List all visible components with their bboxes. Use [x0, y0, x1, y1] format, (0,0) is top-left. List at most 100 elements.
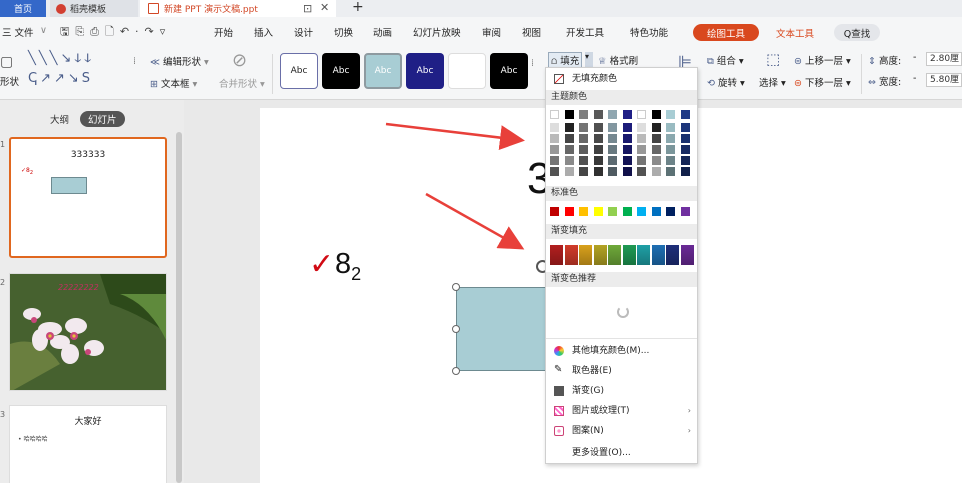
format-painter-button[interactable]: ♕ 格式刷	[598, 53, 638, 67]
theme-color-swatch[interactable]	[666, 156, 675, 165]
window-icon[interactable]: ⊡	[303, 2, 312, 15]
theme-color-swatch[interactable]	[564, 123, 574, 132]
theme-color-swatch[interactable]	[637, 167, 646, 176]
menu-slideshow[interactable]: 幻灯片放映	[413, 25, 461, 39]
theme-color-swatch[interactable]	[622, 134, 632, 143]
standard-color-swatch[interactable]	[550, 207, 559, 216]
theme-color-swatch[interactable]	[666, 110, 675, 119]
theme-color-swatch[interactable]	[550, 145, 559, 154]
picture-texture-option[interactable]: 图片或纹理(T) ›	[546, 402, 697, 420]
theme-color-swatch[interactable]	[564, 145, 574, 154]
theme-color-swatch[interactable]	[579, 134, 588, 143]
fill-button[interactable]: ⩍ 填充	[548, 52, 583, 68]
gradient-color-swatch[interactable]	[564, 245, 578, 265]
gradient-color-swatch[interactable]	[651, 245, 665, 265]
tab-document[interactable]: 新建 PPT 演示文稿.ppt ⊡ ✕	[140, 0, 336, 17]
gradient-color-swatch[interactable]	[593, 245, 607, 265]
theme-color-swatch[interactable]	[550, 110, 559, 119]
theme-color-swatch[interactable]	[637, 145, 646, 154]
slide-thumbnail-2[interactable]: 22222222	[9, 273, 167, 391]
theme-color-swatch[interactable]	[651, 134, 661, 143]
eyedropper-option[interactable]: ✎ 取色器(E)	[546, 362, 697, 380]
theme-color-swatch[interactable]	[579, 156, 588, 165]
theme-color-swatch[interactable]	[680, 134, 690, 143]
standard-color-swatch[interactable]	[579, 207, 588, 216]
style-gallery-scroll[interactable]: ⁞	[531, 58, 534, 69]
theme-color-swatch[interactable]	[666, 167, 675, 176]
theme-color-swatch[interactable]	[637, 156, 646, 165]
no-fill-option[interactable]: 无填充颜色	[546, 70, 697, 88]
gradient-color-swatch[interactable]	[637, 245, 650, 265]
tab-template[interactable]: 稻壳模板	[50, 0, 138, 17]
theme-color-swatch[interactable]	[593, 167, 603, 176]
theme-color-swatch[interactable]	[680, 145, 690, 154]
select-button[interactable]: 选择 ▾	[759, 75, 786, 89]
resize-handle[interactable]	[452, 367, 460, 375]
add-tab-icon[interactable]: +	[352, 0, 364, 15]
gradient-color-swatch[interactable]	[550, 245, 563, 265]
theme-color-swatch[interactable]	[637, 134, 646, 143]
theme-color-swatch[interactable]	[593, 110, 603, 119]
theme-color-swatch[interactable]	[550, 134, 559, 143]
theme-color-swatch[interactable]	[651, 156, 661, 165]
bring-forward-button[interactable]: ⊜ 上移一层 ▾	[794, 53, 851, 67]
style-swatch-5[interactable]	[448, 53, 486, 89]
theme-color-swatch[interactable]	[680, 156, 690, 165]
menu-design[interactable]: 设计	[294, 25, 313, 39]
file-menu[interactable]: 三 文件	[2, 25, 34, 39]
text-box-button[interactable]: ⊞ 文本框 ▾	[150, 76, 197, 90]
slide-thumbnail-1[interactable]: 333333 ✓82	[9, 137, 167, 258]
theme-color-swatch[interactable]	[651, 123, 661, 132]
menu-start[interactable]: 开始	[214, 25, 233, 39]
theme-color-swatch[interactable]	[593, 156, 603, 165]
search-button[interactable]: Q查找	[834, 24, 880, 41]
panel-scrollbar[interactable]	[176, 132, 182, 483]
theme-color-swatch[interactable]	[564, 110, 574, 119]
theme-color-swatch[interactable]	[564, 134, 574, 143]
width-input[interactable]: 5.80厘	[926, 73, 962, 87]
tab-outline[interactable]: 大纲	[50, 112, 69, 126]
theme-color-swatch[interactable]	[680, 123, 690, 132]
menu-view[interactable]: 视图	[522, 25, 541, 39]
theme-color-swatch[interactable]	[550, 167, 559, 176]
gradient-color-swatch[interactable]	[579, 245, 592, 265]
quick-access-icons[interactable]: 🖫⎘⎙🗋↶·↷▿	[60, 23, 171, 42]
height-decrement[interactable]: -	[913, 52, 916, 63]
theme-color-swatch[interactable]	[651, 167, 661, 176]
theme-color-swatch[interactable]	[622, 145, 632, 154]
theme-color-swatch[interactable]	[622, 156, 632, 165]
more-fill-colors-option[interactable]: 其他填充颜色(M)...	[546, 342, 697, 360]
standard-color-swatch[interactable]	[666, 207, 675, 216]
standard-color-swatch[interactable]	[651, 207, 661, 216]
theme-color-swatch[interactable]	[579, 167, 588, 176]
chevron-down-icon[interactable]: ∨	[40, 25, 47, 36]
theme-color-swatch[interactable]	[680, 110, 690, 119]
theme-color-swatch[interactable]	[593, 145, 603, 154]
theme-color-swatch[interactable]	[666, 123, 675, 132]
tab-slides[interactable]: 幻灯片	[80, 111, 125, 127]
menu-features[interactable]: 特色功能	[630, 25, 668, 39]
theme-color-swatch[interactable]	[579, 145, 588, 154]
theme-color-swatch[interactable]	[608, 134, 617, 143]
slide-thumbnail-3[interactable]: 大家好 • 哈哈哈哈	[9, 405, 167, 483]
style-swatch-1[interactable]: Abc	[280, 53, 318, 89]
height-input[interactable]: 2.80厘	[926, 52, 962, 66]
pattern-option[interactable]: 图案(N) ›	[546, 422, 697, 440]
rotate-button[interactable]: ⟲ 旋转 ▾	[707, 75, 745, 89]
theme-color-swatch[interactable]	[608, 123, 617, 132]
theme-color-swatch[interactable]	[680, 167, 690, 176]
menu-animation[interactable]: 动画	[373, 25, 392, 39]
formula-text[interactable]: 82	[335, 248, 361, 285]
gradient-option[interactable]: 渐变(G)	[546, 382, 697, 400]
shape-dropdown[interactable]: 形状	[0, 74, 19, 88]
fill-dropdown-arrow[interactable]: ▾	[585, 52, 593, 67]
shape-gallery-row-1[interactable]: ╲╲╲↘ↆↆ	[28, 51, 94, 66]
tab-text-tools[interactable]: 文本工具	[770, 24, 820, 41]
theme-color-swatch[interactable]	[593, 123, 603, 132]
menu-transition[interactable]: 切换	[334, 25, 353, 39]
send-backward-button[interactable]: ⊜ 下移一层 ▾	[794, 75, 851, 89]
menu-developer[interactable]: 开发工具	[566, 25, 604, 39]
resize-handle[interactable]	[452, 283, 460, 291]
standard-color-swatch[interactable]	[593, 207, 603, 216]
resize-handle[interactable]	[452, 325, 460, 333]
